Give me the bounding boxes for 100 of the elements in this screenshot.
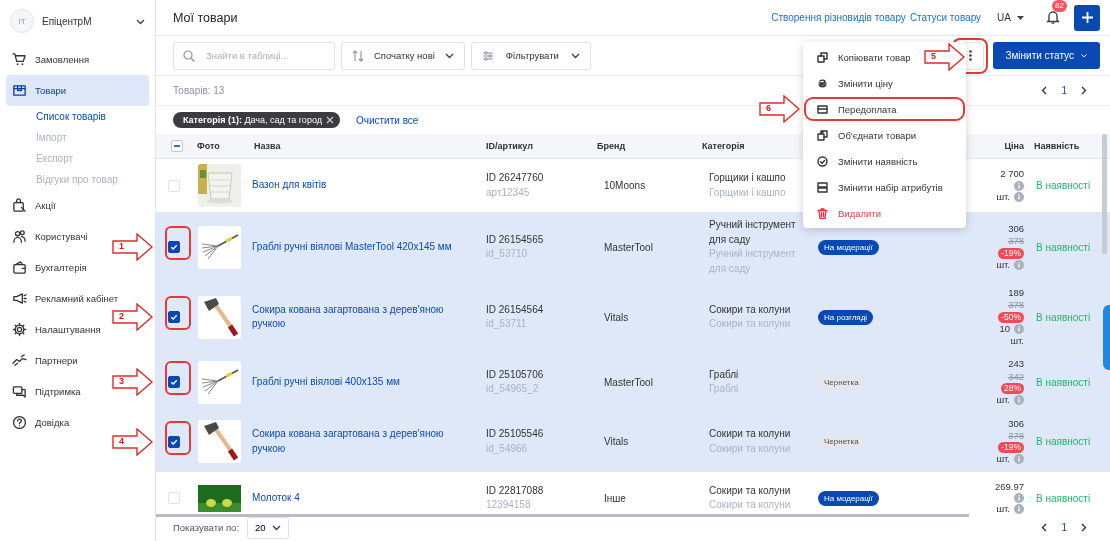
product-id: ID 22817088: [486, 483, 545, 498]
status-badge: На модерації: [818, 239, 879, 255]
callout-arrow: 4: [112, 428, 154, 456]
sidebar-subitem[interactable]: Список товарів: [6, 106, 149, 127]
menu-item[interactable]: Змінити ціну: [803, 70, 907, 96]
column-header: Ціна: [1003, 141, 1025, 151]
category-text: Сокири та колуни: [709, 302, 792, 317]
chevron-down-icon: [271, 523, 281, 532]
product-name-link[interactable]: Сокира кована загартована з дерев'яною ручкою: [248, 427, 480, 457]
availability-text: В наявності: [1035, 492, 1092, 504]
sidebar-item[interactable]: Замовлення: [6, 44, 96, 75]
product-sku: арт12345: [486, 185, 531, 200]
sidebar-item[interactable]: Акції: [6, 190, 62, 221]
sidebar-item[interactable]: Налаштування: [6, 314, 107, 345]
sidebar-item[interactable]: Підтримка: [6, 376, 87, 407]
menu-item[interactable]: Змінити набір атрибутів: [803, 174, 957, 200]
sidebar-item[interactable]: Товари: [6, 75, 149, 106]
brand-text: Vitals: [603, 311, 630, 323]
check-icon: [169, 313, 178, 322]
card-icon: [817, 103, 828, 115]
header-link[interactable]: Створення різновидів товару: [771, 12, 906, 23]
category-subtext: Горщики і кашпо: [709, 185, 787, 200]
price-text: 306: [1008, 222, 1024, 236]
minus-icon: [172, 142, 181, 150]
status-badge: На модерації: [818, 490, 879, 506]
close-icon[interactable]: [325, 116, 334, 124]
sidebar-item[interactable]: Бухгалтерія: [6, 252, 93, 283]
product-name-link[interactable]: Граблі ручні віялові MasterTool 420x145 мм: [248, 239, 480, 255]
discount-badge: -19%: [998, 247, 1024, 259]
category-subtext: Сокири та колуни: [709, 498, 792, 513]
stock-text: шт.: [996, 453, 1010, 466]
bell-icon[interactable]: [1046, 9, 1060, 24]
column-header: Категорія: [701, 141, 746, 151]
checkbox[interactable]: [167, 241, 180, 253]
merge-icon: [817, 129, 828, 141]
checkbox[interactable]: [167, 311, 180, 324]
account-name: ЕпіцентрМ: [42, 15, 93, 27]
filter-dropdown[interactable]: Фільтрувати: [470, 41, 591, 70]
header-link[interactable]: Статуси товару: [909, 12, 982, 23]
checkbox[interactable]: [167, 435, 180, 448]
check-icon: [169, 378, 178, 387]
old-price: 378: [1008, 299, 1024, 312]
menu-item[interactable]: Копіювати товар: [803, 44, 925, 70]
scrollbar[interactable]: [1102, 134, 1107, 254]
add-button[interactable]: [1074, 4, 1100, 31]
product-name-link[interactable]: Вазон для квітів: [248, 178, 480, 193]
sort-dropdown[interactable]: Спочатку нові: [341, 41, 465, 70]
floating-tab[interactable]: [1103, 305, 1110, 370]
clear-filters-link[interactable]: Очистити все: [355, 114, 419, 126]
change-status-button[interactable]: Змінити статус: [993, 42, 1100, 69]
old-price: 378: [1008, 235, 1024, 248]
chevron-down-icon: [1080, 53, 1088, 58]
product-name-link[interactable]: Граблі ручні віялові 400x135 мм: [248, 375, 480, 390]
page-size-select[interactable]: 20: [247, 516, 289, 539]
callout-arrow: 6: [759, 95, 801, 123]
price-text: 243: [1008, 358, 1024, 371]
page-link[interactable]: 1: [1061, 85, 1067, 96]
search-icon: [183, 49, 195, 62]
megaphone-icon: [12, 291, 27, 306]
plus-icon[interactable]: [1081, 12, 1093, 23]
chevron-right-icon[interactable]: [1079, 86, 1088, 95]
menu-item[interactable]: Передоплата: [803, 96, 966, 122]
category-text: Сокири та колуни: [709, 483, 792, 498]
chevron-right-icon[interactable]: [1079, 523, 1088, 532]
wallet-icon: [12, 260, 27, 275]
brand-text: MasterTool: [603, 241, 654, 253]
category-text: Сокири та колуни: [709, 427, 792, 442]
product-id: ID 25105546: [486, 427, 545, 442]
scrollbar[interactable]: [156, 514, 969, 517]
search-field[interactable]: Знайти в таблиці...: [173, 41, 335, 70]
filter-icon: [481, 49, 494, 62]
column-header: Бренд: [596, 141, 627, 151]
people-icon: [12, 229, 27, 244]
price-text: 2 700: [1000, 168, 1024, 181]
dots-icon: [968, 50, 972, 61]
category-text: Граблі: [709, 367, 740, 382]
product-name-link[interactable]: Сокира кована загартована з дерев'яною ручкою: [248, 302, 480, 332]
brand-text: Vitals: [603, 436, 630, 448]
item-count: Товарів: 13: [173, 85, 226, 96]
availability-text: В наявності: [1035, 311, 1092, 323]
menu-item[interactable]: Об'єднати товари: [803, 122, 930, 148]
stock-text: 10: [999, 322, 1010, 336]
filter-chip[interactable]: Категорія (1): Дача, сад та город: [173, 112, 340, 128]
sidebar-item[interactable]: Партнери: [6, 345, 84, 376]
product-sku: 12394158: [486, 498, 532, 513]
chevron-down-icon: [444, 51, 454, 60]
language-select[interactable]: UA: [995, 10, 1026, 25]
product-id: ID 25105706: [486, 367, 545, 382]
sidebar-item[interactable]: Довідка: [6, 407, 76, 438]
gift-bag-icon: [12, 198, 27, 213]
product-name-link[interactable]: Молоток 4: [248, 490, 480, 506]
checkbox[interactable]: [167, 376, 180, 389]
callout-arrow: 2: [112, 303, 154, 331]
page-link[interactable]: 1: [1061, 522, 1067, 533]
category-text: Горщики і кашпо: [709, 171, 787, 185]
callout-arrow: 1: [112, 233, 154, 261]
old-price: 378: [1008, 429, 1024, 443]
sidebar-item[interactable]: Користувачі: [6, 221, 94, 252]
select-all-checkbox[interactable]: [170, 140, 183, 152]
caret-icon[interactable]: [1017, 15, 1024, 20]
